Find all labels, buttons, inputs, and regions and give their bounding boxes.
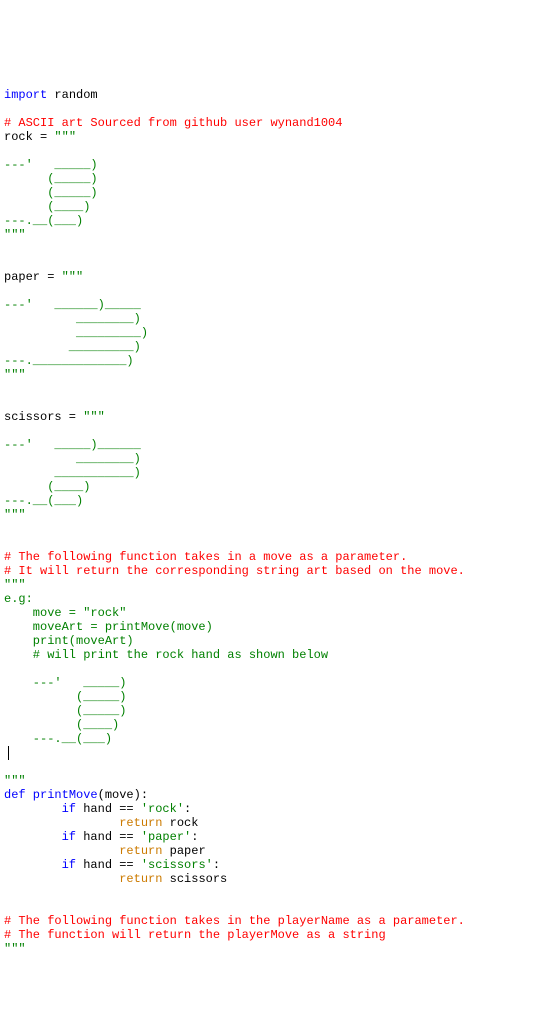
docstring-close: """	[4, 774, 26, 788]
string-close: """	[4, 508, 26, 522]
identifier: paper	[162, 844, 205, 858]
comment: # ASCII art Sourced from github user wyn…	[4, 116, 342, 130]
keyword-return: return	[119, 872, 162, 886]
code-line: rock = """	[4, 130, 76, 144]
identifier: paper =	[4, 270, 62, 284]
keyword-if: if	[62, 830, 76, 844]
docstring-art: ---' _____) (_____) (_____) (____) ---._…	[4, 676, 126, 746]
code-line: paper = """	[4, 270, 83, 284]
string-content: ---' ______)_____ ________) _________) _…	[4, 298, 148, 368]
string: 'paper'	[141, 830, 191, 844]
keyword-if: if	[62, 802, 76, 816]
code-line: def printMove(move):	[4, 788, 148, 802]
string-open: """	[62, 270, 84, 284]
expr: hand ==	[76, 802, 141, 816]
comment: # The following function takes in a move…	[4, 550, 407, 564]
docstring-line: print(moveArt)	[4, 634, 134, 648]
function-name: printMove	[26, 788, 98, 802]
docstring-open: """	[4, 578, 26, 592]
code-line: if hand == 'paper':	[4, 830, 198, 844]
expr: hand ==	[76, 830, 141, 844]
code-line: import random	[4, 88, 98, 102]
code-line: if hand == 'scissors':	[4, 858, 220, 872]
identifier: scissors	[162, 872, 227, 886]
indent	[4, 830, 62, 844]
string: 'rock'	[141, 802, 184, 816]
indent	[4, 816, 119, 830]
colon: :	[191, 830, 198, 844]
comment: # The following function takes in the pl…	[4, 914, 465, 928]
keyword-import: import	[4, 88, 47, 102]
code-editor: import random # ASCII art Sourced from g…	[4, 60, 530, 956]
expr: hand ==	[76, 858, 141, 872]
colon: :	[213, 858, 220, 872]
keyword-return: return	[119, 844, 162, 858]
string-open: """	[54, 130, 76, 144]
identifier: rock	[162, 816, 198, 830]
indent	[4, 844, 119, 858]
keyword-return: return	[119, 816, 162, 830]
string: 'scissors'	[141, 858, 213, 872]
identifier: scissors =	[4, 410, 83, 424]
string-open: """	[83, 410, 105, 424]
code-line: return scissors	[4, 872, 227, 886]
text-cursor	[8, 746, 9, 760]
docstring-line: move = "rock"	[4, 606, 126, 620]
indent	[4, 858, 62, 872]
signature: (move):	[98, 788, 148, 802]
keyword-if: if	[62, 858, 76, 872]
string-content: ---' _____)______ ________) ___________)…	[4, 438, 141, 508]
code-line: return paper	[4, 844, 206, 858]
docstring-line: # will print the rock hand as shown belo…	[4, 648, 328, 662]
string-content: ---' _____) (_____) (_____) (____) ---._…	[4, 158, 98, 228]
code-line: return rock	[4, 816, 198, 830]
indent	[4, 802, 62, 816]
string-close: """	[4, 228, 26, 242]
docstring-line: e.g:	[4, 592, 33, 606]
docstring-open: """	[4, 942, 26, 956]
identifier: random	[47, 88, 97, 102]
colon: :	[184, 802, 191, 816]
code-line: if hand == 'rock':	[4, 802, 191, 816]
comment: # It will return the corresponding strin…	[4, 564, 465, 578]
docstring-line: moveArt = printMove(move)	[4, 620, 213, 634]
keyword-def: def	[4, 788, 26, 802]
string-close: """	[4, 368, 26, 382]
identifier: rock =	[4, 130, 54, 144]
code-line: scissors = """	[4, 410, 105, 424]
indent	[4, 872, 119, 886]
comment: # The function will return the playerMov…	[4, 928, 386, 942]
